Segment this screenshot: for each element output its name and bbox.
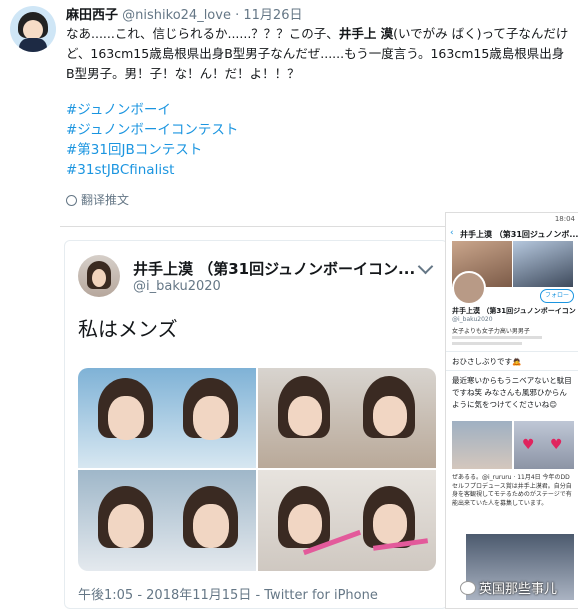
photo[interactable] [258, 368, 436, 468]
chevron-down-icon[interactable] [417, 258, 434, 275]
embedded-tweet[interactable]: 井手上漠 （第31回ジュノンボーイコン... @i_baku2020 私はメンズ [64, 240, 448, 609]
heart-icon: ♥ [522, 437, 535, 453]
phone-photo[interactable]: ♥ ♥ [514, 421, 574, 469]
phone-display-name: 井手上漠 （第31回ジュノンボーイコン [452, 307, 576, 315]
heart-icon: ♥ [550, 437, 563, 453]
translate-label: 翻译推文 [81, 193, 130, 207]
embedded-handle[interactable]: @i_baku2020 [133, 279, 221, 294]
embedded-display-name[interactable]: 井手上漠 （第31回ジュノンボーイコン... [133, 258, 415, 279]
globe-icon [66, 195, 77, 206]
hashtag[interactable]: #ジュノンボーイ [66, 100, 238, 120]
divider [446, 351, 578, 352]
hashtag[interactable]: #第31回JBコンテスト [66, 140, 238, 160]
display-name[interactable]: 麻田西子 [66, 8, 118, 23]
phone-avatar[interactable] [452, 271, 486, 305]
photo[interactable] [78, 470, 256, 571]
embedded-tweet-text: 私はメンズ [78, 317, 178, 341]
tweet-text-prefix: なあ......これ、信じられるか......？？？この子、 [66, 26, 339, 41]
tweet-date[interactable]: 11月26日 [243, 8, 302, 23]
phone-bio: 女子よりも女子力高い男男子 [452, 328, 530, 335]
placeholder-line [452, 336, 542, 339]
translate-button[interactable]: 翻译推文 [66, 191, 129, 208]
tweet-text: なあ......これ、信じられるか......？？？この子、井手上 漠(いでがみ… [66, 24, 571, 84]
tweet-text-bold: 井手上 漠 [338, 26, 394, 41]
user-handle[interactable]: @nishiko24_love [122, 8, 231, 23]
hashtag-list: #ジュノンボーイ #ジュノンボーイコンテスト #第31回JBコンテスト #31s… [66, 100, 238, 180]
embedded-avatar[interactable] [78, 255, 120, 297]
hashtag[interactable]: #31stJBCfinalist [66, 160, 238, 180]
photo[interactable] [78, 368, 256, 468]
watermark-text: 英国那些事儿 [479, 582, 558, 597]
divider [446, 370, 578, 371]
follow-button[interactable]: フォロー [540, 289, 574, 303]
watermark: 英国那些事儿 [460, 578, 557, 597]
phone-handle: @i_baku2020 [452, 316, 493, 323]
hashtag[interactable]: #ジュノンボーイコンテスト [66, 120, 238, 140]
phone-tweet: ぜあるる。@i_rururu · 11月4日 今年のDDセルフプロデュース賞は井… [452, 474, 572, 507]
phone-tweet: 最近寒いからもうニベアないと駄目ですね笑 みなさんも風邪ひからんように気をつけて… [452, 376, 572, 409]
phone-tweet: おひさしぶりです🙇 [452, 357, 522, 366]
wechat-icon [460, 581, 476, 595]
phone-title: 井手上漠 （第31回ジュノンボ... [460, 230, 578, 239]
header-image [513, 241, 573, 287]
placeholder-line [452, 342, 522, 345]
embedded-timestamp[interactable]: 午後1:05 - 2018年11月15日 - Twitter for iPhon… [78, 584, 378, 603]
back-arrow-icon[interactable]: ‹ [450, 228, 454, 238]
separator: · [235, 8, 240, 23]
avatar[interactable] [10, 6, 56, 52]
phone-photo[interactable] [452, 421, 512, 469]
status-bar: 18:04 [554, 215, 575, 223]
phone-screenshot: 18:04 ‹ 井手上漠 （第31回ジュノンボ... フォロー 井手上漠 （第3… [445, 212, 578, 609]
tweet: 麻田西子 @nishiko24_love · 11月26日 なあ......これ… [0, 0, 578, 230]
photo-grid [78, 368, 436, 571]
tweet-header: 麻田西子 @nishiko24_love · 11月26日 [66, 4, 302, 23]
photo[interactable] [258, 470, 436, 571]
